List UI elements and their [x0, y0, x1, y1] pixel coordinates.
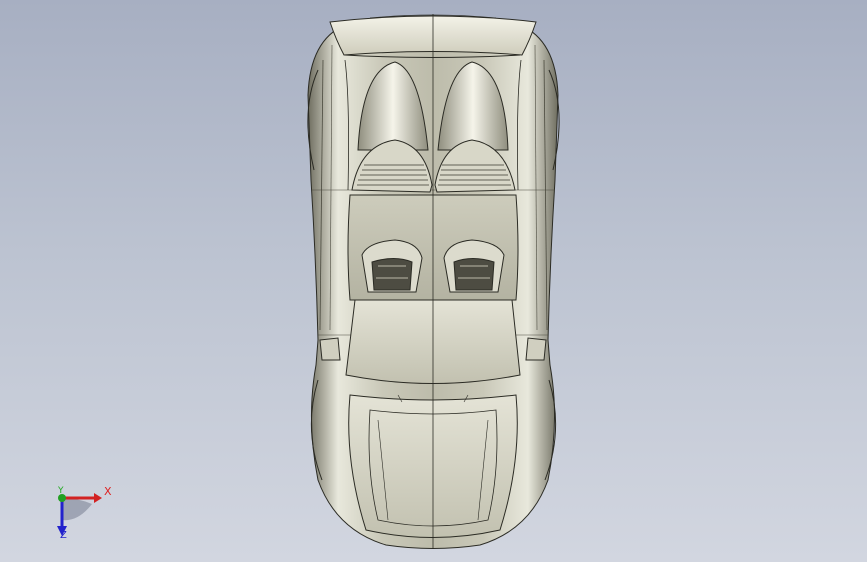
- seat-right: [443, 239, 505, 293]
- seat-left: [361, 239, 423, 293]
- axis-z-label: Z: [60, 530, 67, 541]
- graphics-viewport[interactable]: X Y Z: [0, 0, 867, 562]
- axis-x-label: X: [104, 485, 112, 498]
- axis-y-label: Y: [58, 486, 64, 496]
- car-model-top-view[interactable]: [0, 0, 867, 562]
